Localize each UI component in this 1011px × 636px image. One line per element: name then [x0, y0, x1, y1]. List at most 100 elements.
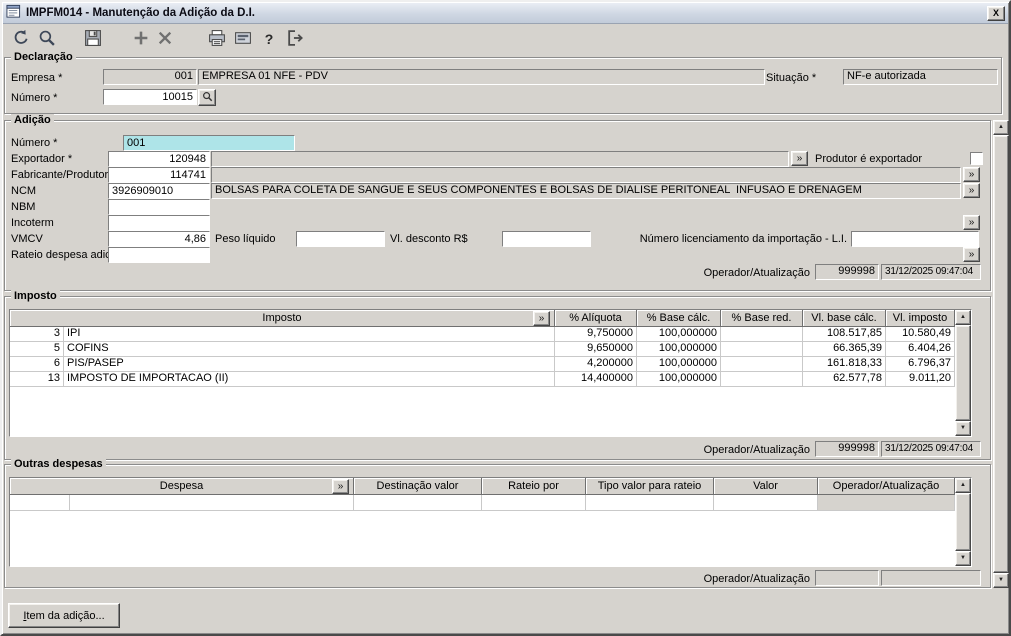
numero-adicao-input[interactable]: [123, 135, 295, 151]
vl-desconto-input[interactable]: [502, 231, 591, 247]
scrollbar-thumb[interactable]: [955, 493, 971, 551]
cell-nome[interactable]: COFINS: [64, 342, 555, 357]
incoterm-label: Incoterm: [11, 217, 54, 229]
group-outras-despesas: Outras despesas Despesa » Destinação val…: [4, 458, 991, 588]
delete-button[interactable]: [153, 27, 177, 51]
print-button[interactable]: [205, 27, 229, 51]
numero-declaracao-label: Número *: [11, 92, 58, 104]
main-vertical-scrollbar[interactable]: ▲ ▼: [993, 120, 1009, 588]
lookup-button[interactable]: [198, 89, 216, 106]
outras-despesas-table-scrollbar[interactable]: ▲ ▼: [955, 478, 971, 566]
scroll-up-icon[interactable]: ▲: [955, 478, 971, 493]
fabricante-code-input[interactable]: [108, 167, 210, 183]
incoterm-input[interactable]: [108, 215, 210, 231]
cell-codigo[interactable]: 3: [10, 327, 64, 342]
cell-base-calc[interactable]: 100,000000: [637, 327, 721, 342]
cell-aliquota[interactable]: 4,200000: [555, 357, 637, 372]
outras-despesas-table-header: Despesa » Destinação valor Rateio por Ti…: [10, 478, 971, 495]
table-row[interactable]: 5 COFINS 9,650000 100,000000 66.365,39 6…: [10, 342, 971, 357]
licenciamento-input[interactable]: [851, 231, 979, 247]
numero-adicao-label: Número *: [11, 137, 58, 149]
scroll-up-icon[interactable]: ▲: [993, 120, 1009, 135]
cell-nome[interactable]: IPI: [64, 327, 555, 342]
save-button[interactable]: [81, 27, 105, 51]
cell-nome[interactable]: IMPOSTO DE IMPORTACAO (II): [64, 372, 555, 387]
cell-nome[interactable]: PIS/PASEP: [64, 357, 555, 372]
cell-vl-base[interactable]: 66.365,39: [803, 342, 886, 357]
cell-vl-imposto[interactable]: 6.796,37: [886, 357, 955, 372]
rateio-input[interactable]: [108, 247, 210, 263]
cell-despesa[interactable]: [70, 495, 354, 511]
rateio-expand-button[interactable]: »: [963, 247, 980, 262]
add-button[interactable]: [129, 27, 153, 51]
imposto-column-expand-button[interactable]: »: [533, 311, 550, 326]
cell-base-calc[interactable]: 100,000000: [637, 372, 721, 387]
imposto-table-scrollbar[interactable]: ▲ ▼: [955, 310, 971, 436]
cell-base-red[interactable]: [721, 342, 803, 357]
cell-codigo[interactable]: 5: [10, 342, 64, 357]
scroll-down-icon[interactable]: ▼: [993, 573, 1009, 588]
cell-rateio-por[interactable]: [482, 495, 586, 511]
imposto-table-header: Imposto » % Alíquota % Base cálc. % Base…: [10, 310, 971, 327]
cell-valor[interactable]: [714, 495, 818, 511]
table-row[interactable]: 6 PIS/PASEP 4,200000 100,000000 161.818,…: [10, 357, 971, 372]
col-header-tipo-valor: Tipo valor para rateio: [586, 478, 714, 495]
nbm-input[interactable]: [108, 199, 210, 215]
operador-label: Operador/Atualização: [703, 444, 810, 456]
cell-vl-base[interactable]: 62.577,78: [803, 372, 886, 387]
cell-operador[interactable]: [818, 495, 955, 511]
group-imposto: Imposto Imposto » % Alíquota % Base cálc…: [4, 290, 991, 460]
cell-base-calc[interactable]: 100,000000: [637, 342, 721, 357]
search-button[interactable]: [35, 27, 59, 51]
col-header-operador: Operador/Atualização: [818, 478, 955, 495]
fabricante-expand-button[interactable]: »: [963, 167, 980, 182]
cell-vl-base[interactable]: 108.517,85: [803, 327, 886, 342]
produtor-exportador-checkbox[interactable]: [970, 152, 983, 165]
exit-button[interactable]: [283, 27, 307, 51]
cell-base-calc[interactable]: 100,000000: [637, 357, 721, 372]
numero-declaracao-input[interactable]: [103, 89, 197, 105]
despesa-column-expand-button[interactable]: »: [332, 479, 349, 494]
ncm-expand-button[interactable]: »: [963, 183, 980, 198]
empresa-code-field: 001: [103, 69, 197, 85]
scroll-down-icon[interactable]: ▼: [955, 421, 971, 436]
close-button[interactable]: X: [987, 5, 1005, 21]
cell-codigo[interactable]: 6: [10, 357, 64, 372]
table-row[interactable]: 13 IMPOSTO DE IMPORTACAO (II) 14,400000 …: [10, 372, 971, 387]
cell-base-red[interactable]: [721, 327, 803, 342]
cell-base-red[interactable]: [721, 372, 803, 387]
produtor-exportador-label: Produtor é exportador: [815, 153, 923, 165]
cell-tipo-valor[interactable]: [586, 495, 714, 511]
exportador-code-input[interactable]: [108, 151, 210, 167]
scroll-down-icon[interactable]: ▼: [955, 551, 971, 566]
group-imposto-title: Imposto: [11, 290, 60, 303]
scrollbar-thumb[interactable]: [993, 135, 1009, 573]
undo-button[interactable]: [9, 27, 33, 51]
form-icon: [6, 4, 21, 22]
item-da-adicao-button[interactable]: Item da adição...: [8, 603, 120, 628]
help-button[interactable]: ?: [257, 27, 281, 51]
cell-base-red[interactable]: [721, 357, 803, 372]
ncm-code-input[interactable]: [108, 183, 210, 199]
peso-liquido-input[interactable]: [296, 231, 385, 247]
cell-vl-imposto[interactable]: 9.011,20: [886, 372, 955, 387]
cell-aliquota[interactable]: 9,750000: [555, 327, 637, 342]
exportador-expand-button[interactable]: »: [791, 151, 808, 166]
scrollbar-thumb[interactable]: [955, 325, 971, 421]
scroll-up-icon[interactable]: ▲: [955, 310, 971, 325]
table-row[interactable]: 3 IPI 9,750000 100,000000 108.517,85 10.…: [10, 327, 971, 342]
cell-aliquota[interactable]: 14,400000: [555, 372, 637, 387]
cell-vl-imposto[interactable]: 10.580,49: [886, 327, 955, 342]
vmcv-input[interactable]: [108, 231, 210, 247]
cell-vl-base[interactable]: 161.818,33: [803, 357, 886, 372]
cell-codigo[interactable]: [10, 495, 70, 511]
table-row[interactable]: [10, 495, 971, 511]
cell-codigo[interactable]: 13: [10, 372, 64, 387]
print-spool-button[interactable]: [231, 27, 255, 51]
cell-vl-imposto[interactable]: 6.404,26: [886, 342, 955, 357]
incoterm-expand-button[interactable]: »: [963, 215, 980, 230]
empresa-label: Empresa *: [11, 72, 63, 84]
cell-destinacao[interactable]: [354, 495, 482, 511]
cell-aliquota[interactable]: 9,650000: [555, 342, 637, 357]
print-spool-icon: [234, 29, 252, 50]
